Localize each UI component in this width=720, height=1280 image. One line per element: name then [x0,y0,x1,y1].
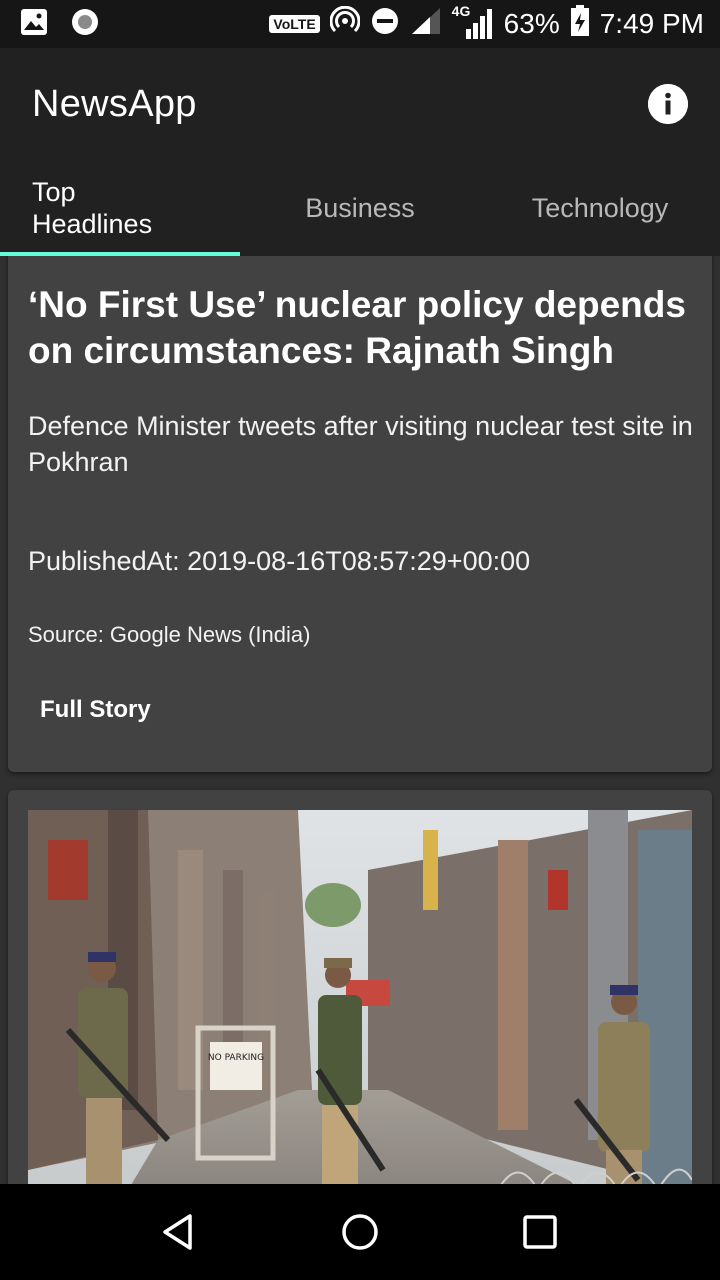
app-bar: NewsApp [0,48,720,160]
battery-percent: 63% [503,8,560,39]
back-button[interactable] [150,1202,210,1262]
volte-badge: VoLTE [269,15,320,33]
tab-bar: Top Headlines Business Technology [0,160,720,256]
article-list[interactable]: ‘No First Use’ nuclear policy depends on… [0,256,720,1184]
signal-4g-icon: 4G [452,3,494,41]
recents-icon [523,1215,557,1249]
home-icon [342,1214,378,1250]
signal-icon [410,6,442,43]
article-description: Defence Minister tweets after visiting n… [28,411,693,477]
article-card[interactable]: NO PARKING [8,790,712,1184]
hotspot-icon [329,5,361,43]
article-image[interactable]: NO PARKING [28,810,692,1184]
clock: 7:49 PM [599,8,704,39]
svg-text:NO PARKING: NO PARKING [208,1053,264,1063]
image-icon [20,8,48,41]
home-button[interactable] [330,1202,390,1262]
circle-icon [70,7,100,42]
recents-button[interactable] [510,1202,570,1262]
info-icon [648,84,688,124]
full-story-button[interactable]: Full Story [28,686,163,734]
info-button[interactable] [648,84,688,124]
tab-technology[interactable]: Technology [480,160,720,256]
article-published-date: PublishedAt: 2019-08-16T08:57:29+00:00 [28,546,531,576]
battery-icon [570,4,590,44]
navigation-bar [0,1184,720,1280]
status-bar: VoLTE 4G 63% 7:49 PM [0,0,720,48]
app-title: NewsApp [32,82,197,125]
article-source: Source: Google News (India) [28,622,311,647]
article-headline: ‘No First Use’ nuclear policy depends on… [28,284,686,371]
dnd-icon [370,6,400,43]
article-card[interactable]: ‘No First Use’ nuclear policy depends on… [8,256,712,772]
tab-top-headlines[interactable]: Top Headlines [0,160,240,256]
tab-business[interactable]: Business [240,160,480,256]
back-icon [163,1214,192,1250]
